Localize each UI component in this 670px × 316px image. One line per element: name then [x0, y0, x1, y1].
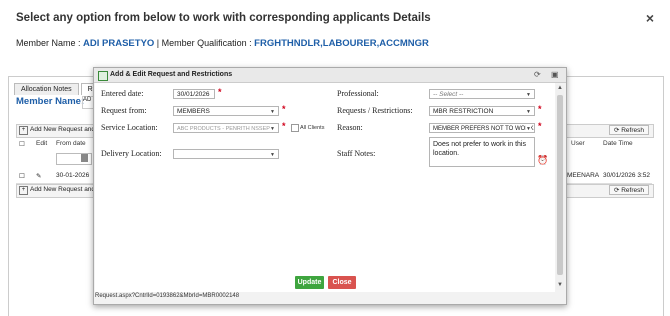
clock-icon[interactable]: ⏰ — [537, 155, 548, 166]
requests-restrictions-select[interactable]: MBR RESTRICTION ▼ — [429, 106, 535, 116]
plus-icon: + — [19, 186, 28, 195]
service-location-value: ABC PRODUCTS - PENRITH NSSEP — [177, 126, 270, 132]
member-info: Member Name : ADI PRASETYO | Member Qual… — [16, 38, 429, 49]
required-marker: * — [538, 121, 542, 131]
required-marker: * — [282, 121, 286, 131]
header-user: User — [571, 140, 585, 147]
add-new-label: Add New Request and — [30, 186, 96, 193]
tab-allocation-notes[interactable]: Allocation Notes — [14, 83, 79, 95]
close-button[interactable]: Close — [328, 276, 356, 289]
add-new-request-button-bottom[interactable]: + Add New Request and — [19, 186, 95, 195]
member-qualification: FRGHTHNDLR,LABOURER,ACCMNGR — [254, 38, 429, 49]
request-from-value: MEMBERS — [177, 108, 210, 115]
request-dialog: Add & Edit Request and Restrictions ⟳ ▣ … — [93, 67, 567, 305]
professional-select[interactable]: -- Select -- ▼ — [429, 89, 535, 99]
reason-value: MEMBER PREFERS NOT TO WORK — [433, 126, 534, 132]
entered-date-input[interactable]: 30/01/2026 — [173, 89, 215, 99]
staff-notes-label: Staff Notes: — [337, 149, 376, 158]
header-checkbox[interactable]: ☐ — [19, 140, 25, 148]
entered-date-label: Entered date: — [101, 89, 144, 98]
professional-label: Professional: — [337, 89, 379, 98]
chevron-down-icon: ▼ — [270, 109, 275, 115]
chevron-down-icon: ▼ — [270, 124, 275, 132]
all-clients-checkbox[interactable] — [291, 124, 299, 132]
dialog-titlebar[interactable]: Add & Edit Request and Restrictions ⟳ ▣ — [94, 68, 566, 83]
status-url: Request.aspx?CntrlId=0193862&MbrId=MBR00… — [95, 293, 240, 299]
scrollbar[interactable]: ▲ ▼ — [556, 85, 564, 290]
reload-icon[interactable]: ⟳ — [534, 70, 541, 79]
all-clients-label: All Clients — [300, 125, 325, 131]
plus-icon: + — [19, 126, 28, 135]
scroll-up-icon[interactable]: ▲ — [556, 85, 564, 93]
service-location-label: Service Location: — [101, 123, 158, 132]
add-new-label: Add New Request and — [30, 126, 96, 133]
qualification-label: | Member Qualification : — [154, 38, 255, 48]
row-checkbox[interactable]: ☐ — [19, 172, 25, 180]
refresh-button[interactable]: ⟳ Refresh — [608, 125, 649, 135]
header-from-date: From date — [56, 140, 86, 147]
dialog-window-icon — [98, 71, 108, 81]
requests-restrictions-value: MBR RESTRICTION — [433, 108, 494, 115]
requests-restrictions-label: Requests / Restrictions: — [337, 106, 413, 115]
refresh-label: Refresh — [621, 127, 644, 134]
required-marker: * — [282, 104, 286, 114]
row-from-date: 30-01-2026 — [56, 172, 90, 179]
filter-icon[interactable] — [81, 154, 88, 162]
header-edit: Edit — [36, 140, 48, 147]
header-date-time: Date Time — [603, 140, 633, 147]
request-from-label: Request from: — [101, 106, 147, 115]
dialog-body: Entered date: 30/01/2026 * Request from:… — [95, 83, 555, 292]
close-icon[interactable]: × — [646, 10, 654, 26]
outer-title: Select any option from below to work wit… — [16, 12, 431, 24]
delivery-location-label: Delivery Location: — [101, 149, 162, 158]
chevron-down-icon: ▼ — [526, 92, 531, 98]
professional-value: -- Select -- — [433, 91, 464, 98]
chevron-down-icon: ▼ — [270, 152, 275, 158]
required-marker: * — [538, 104, 542, 114]
delivery-location-select[interactable]: ▼ — [173, 149, 279, 159]
refresh-label: Refresh — [621, 187, 644, 194]
member-name: ADI PRASETYO — [83, 38, 155, 49]
edit-icon[interactable]: ✎ — [36, 172, 41, 180]
service-location-select[interactable]: ABC PRODUCTS - PENRITH NSSEP ▼ — [173, 123, 279, 133]
reason-select[interactable]: MEMBER PREFERS NOT TO WORK ▼ — [429, 123, 535, 133]
add-new-request-button[interactable]: + Add New Request and — [19, 126, 95, 135]
scroll-down-icon[interactable]: ▼ — [556, 282, 564, 290]
bg-member-label: Member Name: — [16, 96, 85, 107]
request-from-select[interactable]: MEMBERS ▼ — [173, 106, 279, 116]
staff-notes-textarea[interactable]: Does not prefer to work in this location… — [429, 137, 535, 167]
scroll-thumb[interactable] — [557, 95, 563, 275]
dialog-title: Add & Edit Request and Restrictions — [110, 71, 233, 78]
maximize-icon[interactable]: ▣ — [551, 70, 559, 79]
chevron-down-icon: ▼ — [526, 124, 531, 132]
required-marker: * — [218, 87, 222, 97]
refresh-button-bottom[interactable]: ⟳ Refresh — [608, 185, 649, 195]
tab-bar: Allocation NotesRe — [14, 78, 106, 95]
member-name-label: Member Name : — [16, 38, 84, 48]
reason-label: Reason: — [337, 123, 363, 132]
row-date-time: 30/01/2026 3:52 — [603, 172, 650, 179]
update-button[interactable]: Update — [295, 276, 324, 289]
chevron-down-icon: ▼ — [526, 109, 531, 115]
row-user: MEENARA — [567, 172, 600, 179]
